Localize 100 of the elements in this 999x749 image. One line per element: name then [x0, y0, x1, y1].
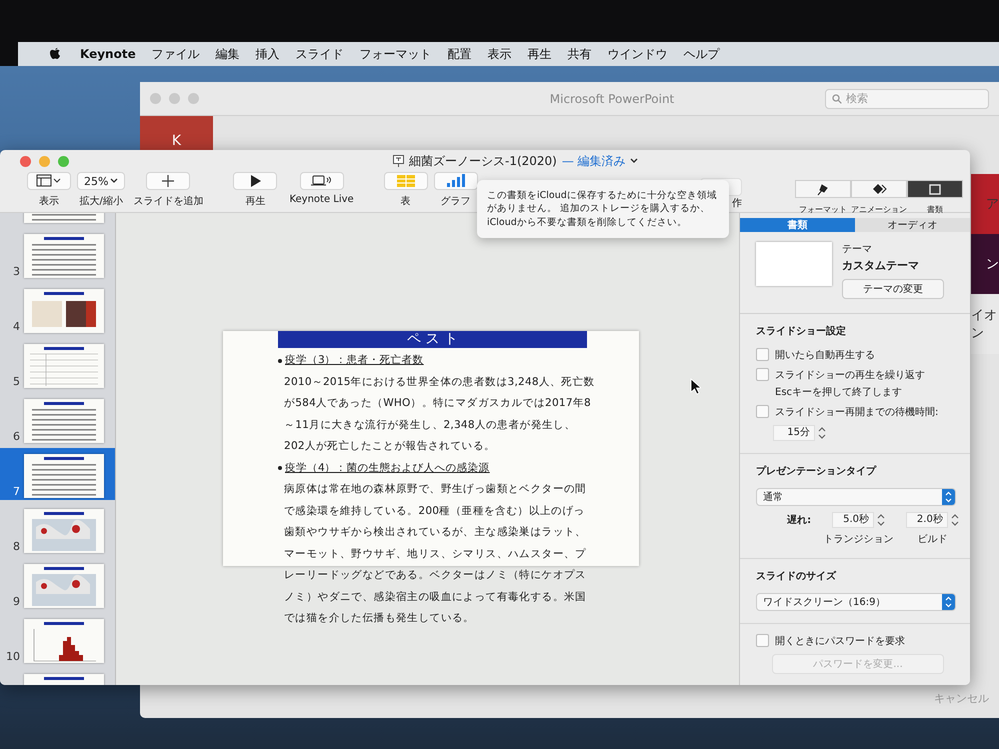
slide-thumbnail-row[interactable]: 9	[0, 558, 115, 610]
menu-item[interactable]: 共有	[560, 46, 600, 62]
slide-thumbnail[interactable]	[24, 454, 104, 498]
bullet-icon	[278, 358, 282, 363]
play-button[interactable]	[233, 172, 278, 190]
window-title: Microsoft PowerPoint	[548, 92, 676, 106]
slide-number: 9	[12, 595, 20, 608]
slide-thumbnail-row[interactable]: 3	[0, 228, 115, 280]
inspector-tab[interactable]: オーディオ	[855, 218, 970, 232]
slide-number: 5	[12, 375, 20, 388]
menu-item[interactable]: ファイル	[144, 46, 208, 62]
bar-chart-icon	[445, 174, 466, 188]
slide-size-popup[interactable]: ワイドスクリーン（16:9）	[756, 593, 956, 611]
chevron-down-icon	[110, 178, 118, 184]
section-heading: スライドショー設定	[756, 324, 847, 338]
slide-thumbnail[interactable]	[24, 399, 104, 443]
option-note: Escキーを押して終了します	[775, 386, 904, 399]
checkbox[interactable]	[756, 405, 769, 418]
slide-thumbnail-row[interactable]: 4	[0, 283, 115, 335]
menu-item[interactable]: ウインドウ	[600, 46, 676, 62]
slide-thumbnail-row[interactable]: 5	[0, 338, 115, 390]
slide-number: 6	[12, 430, 20, 443]
presentation-type-popup[interactable]: 通常	[756, 488, 956, 506]
field-caption: トランジション	[823, 533, 894, 546]
slide-number: 3	[12, 265, 20, 278]
play-icon	[249, 174, 262, 188]
stepper-icon	[876, 512, 885, 528]
toolbar-label: 表示	[39, 194, 59, 208]
zoom-button[interactable]: 25%	[77, 172, 126, 190]
slide-thumbnail[interactable]	[24, 509, 104, 553]
app-menu[interactable]: Keynote	[72, 47, 144, 61]
tile-label: ン	[971, 234, 999, 294]
menu-item[interactable]: 表示	[480, 46, 520, 62]
checkbox[interactable]	[756, 368, 769, 381]
slide-thumbnail-row[interactable]: 8	[0, 503, 115, 555]
stepper-icon	[818, 425, 826, 441]
menu-item[interactable]: フォーマット	[352, 46, 440, 62]
build-delay-field[interactable]: 2.0秒	[906, 512, 948, 528]
view-button[interactable]	[27, 172, 71, 190]
add-slide-button[interactable]	[146, 172, 190, 190]
mouse-pointer-icon	[690, 378, 701, 395]
slide-number: 4	[12, 320, 20, 333]
chart-button[interactable]	[434, 172, 478, 190]
table-icon	[396, 174, 416, 188]
toolbar-label: スライドを追加	[133, 194, 204, 208]
toolbar-label: 作	[732, 197, 742, 210]
edited-status-menu[interactable]: — 編集済み	[562, 152, 638, 170]
slide-paragraph: 病原体は常在地の森林原野で、野生げっ歯類とベクターの間で感染環を維持している。200種（亜種を含む）以上のげっ歯類やウサギから検出されているが、主な感染巣はラット、マーモット、野ウサギ、地リス、シマリス、ハムスター、プレーリードッグなどである。ベクターはノミ（特にケオプスノミ）やダニで、感染宿主の吸血によって有毒化する。米国では猫を介した伝播も発生している。	[283, 482, 588, 626]
wait-time-field[interactable]: 15分	[773, 425, 815, 441]
slide-thumbnail[interactable]	[24, 344, 104, 388]
slide-paragraph: 2010～2015年における世界全体の患者数は3,248人、死亡数が584人であった（WHO）。特にマダガスカルでは2017年8～11月に大きな流行が発生し、2,348人の患者が発生し、202人が死亡したことが報告されている。	[283, 374, 596, 454]
slide-thumbnail-row[interactable]: 7	[0, 448, 115, 500]
inspector-tab[interactable]: 書類	[740, 218, 855, 232]
section-heading: プレゼンテーションタイプ	[756, 464, 878, 478]
slide-title: ペ ス ト	[278, 331, 587, 348]
sidebar-view-icon	[36, 174, 62, 188]
menu-item[interactable]: スライド	[288, 46, 352, 62]
checkbox-label: スライドショーの再生を繰り返す	[775, 370, 925, 381]
keynote-live-button[interactable]	[300, 172, 344, 190]
checkbox-label: 開いたら自動再生する	[775, 350, 875, 361]
slide-thumbnail-row[interactable]: 10	[0, 613, 115, 665]
checkbox-label: 開くときにパスワードを要求	[775, 634, 905, 648]
menu-item[interactable]: 編集	[208, 46, 248, 62]
search-icon	[832, 94, 842, 104]
chevron-down-icon	[630, 158, 638, 164]
diamond-icon	[872, 182, 886, 196]
window-control-button[interactable]	[20, 156, 31, 167]
field-caption: ビルド	[917, 533, 948, 546]
popup-arrows-icon	[945, 596, 952, 608]
menu-item[interactable]: ヘルプ	[676, 46, 728, 62]
slide-number: 8	[12, 540, 20, 553]
slide-thumbnail-row[interactable]: 6	[0, 393, 115, 445]
document-icon	[928, 182, 942, 196]
laptop-broadcast-icon	[310, 174, 333, 188]
bullet-heading: 疫学（3）：患者・死亡者数	[285, 353, 424, 368]
app-tile[interactable]: K	[140, 116, 213, 150]
bullet-icon	[278, 466, 282, 470]
toolbar-label: 再生	[245, 194, 266, 208]
slide-thumbnail[interactable]	[24, 234, 104, 278]
checkbox[interactable]	[756, 348, 769, 361]
document-icon	[393, 155, 404, 167]
slide-thumbnail[interactable]	[24, 289, 104, 333]
apple-logo-icon	[48, 46, 62, 62]
section-heading: スライドのサイズ	[756, 570, 838, 583]
menu-item[interactable]: 再生	[520, 46, 560, 62]
bullet-heading: 疫学（4）：菌の生態および人への感染源	[285, 460, 490, 476]
transition-delay-field[interactable]: 5.0秒	[832, 512, 874, 528]
change-theme-button[interactable]: テーマの変更	[842, 279, 944, 299]
plus-icon	[161, 174, 176, 188]
slide-number: 10	[5, 650, 20, 663]
menu-item[interactable]: 挿入	[248, 46, 288, 62]
slide-thumbnail[interactable]	[24, 619, 104, 663]
menu-item[interactable]: 配置	[440, 46, 480, 62]
toolbar-label: Keynote Live	[289, 194, 354, 205]
toolbar-label: 拡大/縮小	[80, 194, 123, 208]
icloud-storage-tooltip: この書類をiCloudに保存するために十分な空き領域がありません。 追加のストレージを購入するか、iCloudから不要な書類を削除してください。	[477, 180, 729, 238]
stepper-icon	[950, 512, 959, 528]
slide-thumbnail[interactable]	[24, 564, 104, 608]
delay-label: 遅れ:	[787, 514, 812, 527]
theme-name: カスタムテーマ	[842, 258, 920, 273]
